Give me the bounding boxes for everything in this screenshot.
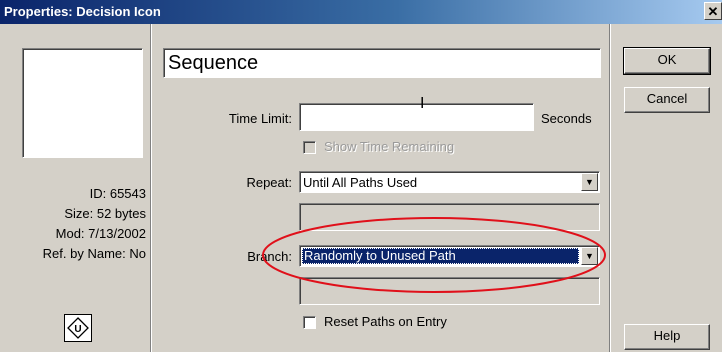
text-cursor-icon: I (420, 95, 425, 112)
icon-modified: Mod: 7/13/2002 (55, 226, 146, 241)
icon-name-input[interactable]: Sequence (163, 48, 601, 78)
repeat-select[interactable]: Until All Paths Used ▼ (299, 171, 600, 193)
icon-id: ID: 65543 (89, 186, 146, 201)
icon-info: ID: 65543 Size: 52 bytes Mod: 7/13/2002 … (10, 184, 146, 264)
icon-name-value: Sequence (168, 52, 259, 74)
branch-expression-input[interactable] (299, 277, 600, 305)
repeat-expression-input[interactable] (299, 203, 600, 231)
time-limit-unit: Seconds (541, 111, 592, 126)
branch-select[interactable]: Randomly to Unused Path ▼ (299, 245, 600, 267)
icon-size: Size: 52 bytes (64, 206, 146, 221)
decision-icon-glyph: U (74, 324, 81, 335)
time-limit-input[interactable] (299, 103, 534, 131)
title-bar[interactable]: Properties: Decision Icon ✕ (0, 0, 722, 24)
chevron-down-icon: ▼ (585, 251, 594, 261)
left-separator (150, 24, 152, 352)
ok-button[interactable]: OK (623, 47, 711, 75)
repeat-dropdown-button[interactable]: ▼ (581, 173, 598, 191)
icon-preview (22, 48, 143, 158)
repeat-value: Until All Paths Used (303, 175, 418, 190)
branch-label: Branch: (247, 249, 292, 264)
reset-paths-label: Reset Paths on Entry (324, 314, 447, 329)
right-separator (609, 24, 611, 352)
window-title: Properties: Decision Icon (4, 4, 161, 19)
branch-dropdown-button[interactable]: ▼ (581, 247, 598, 265)
close-icon: ✕ (707, 4, 719, 19)
branch-value: Randomly to Unused Path (302, 248, 579, 264)
icon-ref-by-name: Ref. by Name: No (42, 246, 146, 261)
show-time-remaining-checkbox[interactable] (303, 141, 316, 154)
repeat-label: Repeat: (246, 175, 292, 190)
reset-paths-checkbox[interactable] (303, 316, 316, 329)
chevron-down-icon: ▼ (585, 177, 594, 187)
cancel-button[interactable]: Cancel (624, 87, 710, 113)
close-button[interactable]: ✕ (704, 2, 722, 20)
time-limit-label: Time Limit: (228, 111, 292, 126)
dialog-client: ID: 65543 Size: 52 bytes Mod: 7/13/2002 … (0, 24, 722, 352)
show-time-remaining-label: Show Time Remaining (324, 139, 455, 154)
decision-icon: U (64, 314, 92, 342)
help-button[interactable]: Help (624, 324, 710, 350)
